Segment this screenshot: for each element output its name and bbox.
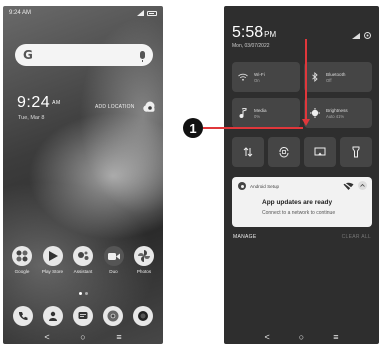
tile-name: Wi-Fi <box>254 71 265 77</box>
qs-time: 5:58 <box>232 24 264 41</box>
contacts-icon[interactable] <box>43 306 63 326</box>
tile-name: Brightness <box>326 107 348 113</box>
app-label: Duo <box>109 269 118 274</box>
google-search-bar[interactable]: G <box>15 44 153 66</box>
tile-wifi[interactable]: Wi-Fi On <box>232 62 300 92</box>
microphone-icon[interactable] <box>140 51 145 62</box>
qs-date: Mon, 03/07/2022 <box>232 43 270 49</box>
back-button[interactable]: < <box>265 332 270 342</box>
tile-state: Off <box>326 77 332 83</box>
assistant-icon <box>73 246 93 266</box>
signal-icon <box>352 32 360 39</box>
tile-brightness[interactable]: Brightness Auto 41% <box>304 98 372 128</box>
photos-icon <box>134 246 154 266</box>
arrow-head-icon <box>302 119 310 126</box>
app-label: Assistant <box>73 269 93 274</box>
wifi-icon <box>238 72 248 82</box>
tile-name: Media <box>254 107 267 113</box>
add-location-link[interactable]: ADD LOCATION <box>95 104 135 110</box>
phone-icon[interactable] <box>13 306 33 326</box>
clock-ampm: AM <box>52 99 61 106</box>
callout-number: 1 <box>183 118 203 138</box>
tile-screen-cast[interactable] <box>304 137 336 167</box>
brightness-icon <box>310 108 320 118</box>
tile-state: 0% <box>254 113 261 119</box>
recents-button[interactable]: ≡ <box>333 332 338 342</box>
tile-flashlight[interactable] <box>340 137 372 167</box>
manage-button[interactable]: MANAGE <box>233 234 256 240</box>
recents-button[interactable]: ≡ <box>116 332 121 342</box>
tile-auto-rotate[interactable] <box>268 137 300 167</box>
app-row: Google Play Store Assistant Duo Photos <box>9 246 157 274</box>
tile-state: On <box>254 77 260 83</box>
duo-icon <box>103 246 124 266</box>
notification-card[interactable]: Android Setup App updates are ready Conn… <box>232 177 372 227</box>
back-button[interactable]: < <box>44 332 49 342</box>
app-duo[interactable]: Duo <box>101 246 127 274</box>
app-photos[interactable]: Photos <box>131 246 157 274</box>
app-label: Photos <box>136 269 152 274</box>
tile-mobile-data[interactable] <box>232 137 264 167</box>
flashlight-icon <box>352 146 360 158</box>
tile-bluetooth[interactable]: Bluetooth Off <box>304 62 372 92</box>
data-transfer-icon <box>243 147 253 157</box>
page-dot <box>85 292 88 295</box>
settings-gear-icon[interactable] <box>364 32 371 39</box>
home-screen: 9:24 AM G 9:24 AM Tue, Mar 8 ADD LOCATION… <box>3 6 163 344</box>
bluetooth-icon <box>310 72 320 82</box>
expand-chevron-icon[interactable] <box>358 181 367 190</box>
qs-status-icons <box>352 32 371 39</box>
weather-cloud-icon[interactable] <box>142 100 156 114</box>
status-time: 9:24 AM <box>9 10 32 16</box>
tile-state: Auto 41% <box>326 113 345 119</box>
notification-header: Android Setup <box>238 182 279 190</box>
home-button[interactable]: ○ <box>299 332 304 342</box>
google-logo: G <box>23 48 33 62</box>
app-play-store[interactable]: Play Store <box>40 246 66 274</box>
tile-name: Bluetooth <box>326 71 346 77</box>
qs-clock: 5:58PM <box>232 24 276 42</box>
screen-cast-icon <box>314 147 326 156</box>
music-note-icon <box>238 108 248 118</box>
notification-title: App updates are ready <box>262 199 333 206</box>
clock-time: 9:24 <box>17 94 51 111</box>
notification-app-name: Android Setup <box>250 183 280 189</box>
qs-ampm: PM <box>264 30 277 39</box>
app-assistant[interactable]: Assistant <box>70 246 96 274</box>
android-setup-icon <box>238 182 246 190</box>
tile-media[interactable]: Media 0% <box>232 98 300 128</box>
page-indicator <box>79 292 88 295</box>
navigation-bar: < ○ ≡ <box>224 330 379 344</box>
dock <box>13 306 153 326</box>
home-button[interactable]: ○ <box>80 332 85 342</box>
app-label: Google <box>14 269 30 274</box>
play-store-icon <box>42 246 63 266</box>
clear-all-button[interactable]: CLEAR ALL <box>342 234 371 240</box>
chrome-icon[interactable] <box>103 306 123 326</box>
date-text: Tue, Mar 8 <box>18 115 45 121</box>
signal-icon <box>137 10 144 16</box>
notification-body: Connect to a network to continue <box>262 210 336 216</box>
app-label: Play Store <box>41 269 64 274</box>
camera-icon[interactable] <box>133 306 153 326</box>
navigation-bar: < ○ ≡ <box>3 330 163 344</box>
auto-rotate-icon <box>279 147 289 158</box>
battery-icon <box>147 10 157 16</box>
app-google[interactable]: Google <box>9 246 35 274</box>
google-folder-icon <box>12 246 32 266</box>
swipe-down-arrow <box>305 39 307 121</box>
status-bar: 9:24 AM <box>3 6 163 20</box>
quick-settings-panel: 5:58PM Mon, 03/07/2022 Wi-Fi On Bluetoot… <box>224 6 379 344</box>
page-dot-active <box>79 292 82 295</box>
callout-line <box>203 127 303 129</box>
clock-widget[interactable]: 9:24 AM <box>17 94 61 112</box>
messages-icon[interactable] <box>73 306 93 326</box>
wifi-off-icon <box>343 182 354 190</box>
